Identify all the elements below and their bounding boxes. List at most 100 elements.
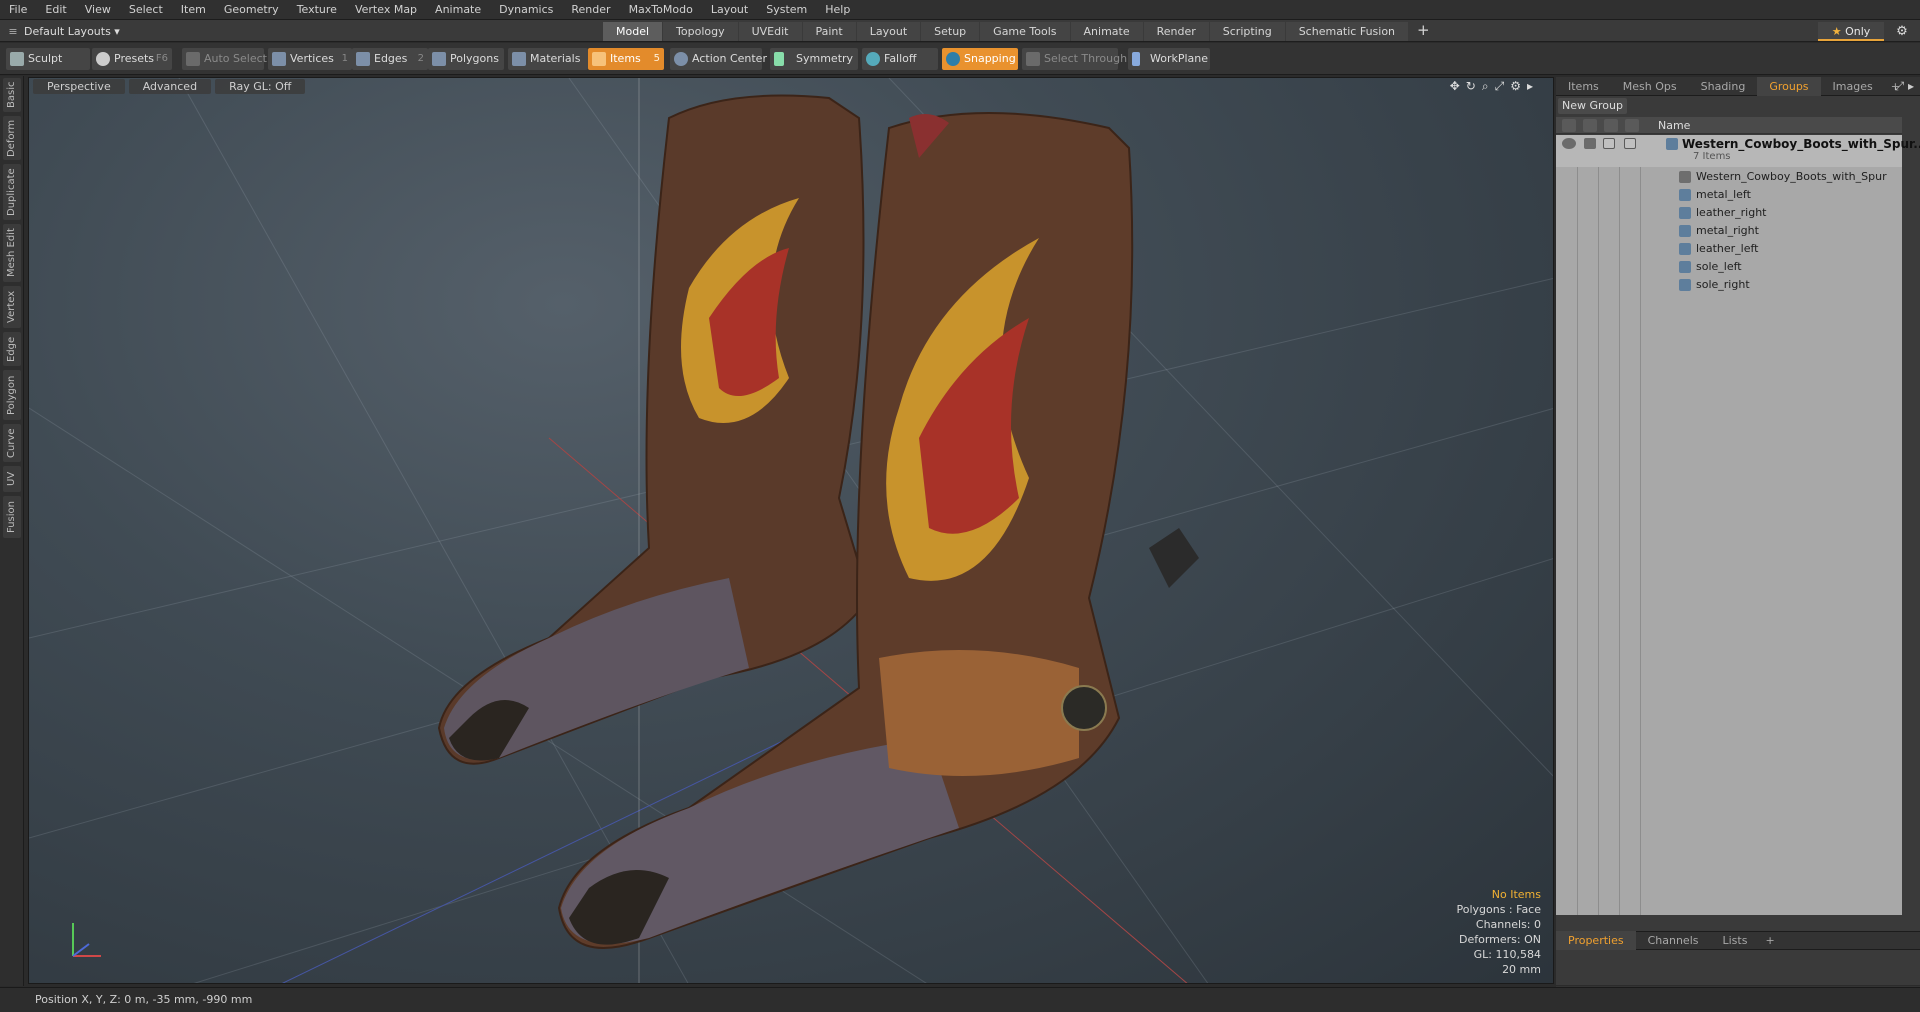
list-item[interactable]: metal_right — [1556, 222, 1902, 240]
eye-icon[interactable] — [1562, 138, 1576, 149]
action-center-button[interactable]: Action Center — [670, 48, 767, 70]
list-item[interactable]: metal_left — [1556, 186, 1902, 204]
viewport-settings-icon[interactable]: ⚙ — [1510, 79, 1521, 94]
vtab-fusion[interactable]: Fusion — [3, 496, 21, 538]
falloff-button[interactable]: Falloff — [862, 48, 938, 70]
tab-animate[interactable]: Animate — [1070, 22, 1143, 41]
menu-view[interactable]: View — [76, 3, 120, 16]
list-item[interactable]: sole_left — [1556, 258, 1902, 276]
viewport-perspective-button[interactable]: Perspective — [33, 79, 125, 94]
tab-render[interactable]: Render — [1143, 22, 1209, 41]
items-button[interactable]: Items 5 — [588, 48, 664, 70]
tab-groups[interactable]: Groups — [1757, 76, 1821, 96]
vtab-mesh-edit[interactable]: Mesh Edit — [3, 224, 21, 282]
name-column-header[interactable]: Name — [1658, 119, 1690, 132]
tab-shading[interactable]: Shading — [1689, 77, 1758, 96]
render-column-icon[interactable] — [1625, 119, 1639, 132]
rotate-icon[interactable]: ↻ — [1466, 79, 1476, 94]
menu-select[interactable]: Select — [120, 3, 172, 16]
lock-icon[interactable] — [1584, 138, 1596, 149]
tab-layout[interactable]: Layout — [856, 22, 921, 41]
only-label: Only — [1845, 25, 1871, 38]
viewport-arrow-icon[interactable]: ▸ — [1527, 79, 1533, 94]
vtab-duplicate[interactable]: Duplicate — [3, 164, 21, 220]
add-properties-tab-icon[interactable]: + — [1759, 931, 1780, 950]
menu-animate[interactable]: Animate — [426, 3, 490, 16]
vtab-edge[interactable]: Edge — [3, 332, 21, 366]
select-toggle[interactable] — [1603, 138, 1615, 149]
collapse-icon[interactable]: ≡ — [2, 25, 24, 38]
list-item[interactable]: sole_right — [1556, 276, 1902, 294]
render-toggle[interactable] — [1624, 138, 1636, 149]
materials-button[interactable]: Materials — [508, 48, 588, 70]
polygons-button[interactable]: Polygons — [428, 48, 504, 70]
menu-texture[interactable]: Texture — [288, 3, 346, 16]
vtab-uv[interactable]: UV — [3, 466, 21, 492]
auto-select-button[interactable]: Auto Select — [182, 48, 267, 70]
menu-vertex-map[interactable]: Vertex Map — [346, 3, 426, 16]
pan-icon[interactable]: ✥ — [1450, 79, 1460, 94]
menu-help[interactable]: Help — [816, 3, 859, 16]
add-tab-icon[interactable]: + — [1409, 22, 1438, 41]
3d-viewport[interactable]: Perspective Advanced Ray GL: Off ✥ ↻ ⌕ ⤢… — [28, 77, 1554, 984]
tab-topology[interactable]: Topology — [663, 22, 738, 41]
workplane-button[interactable]: WorkPlane — [1128, 48, 1210, 70]
fit-icon[interactable]: ⤢ — [1495, 79, 1505, 94]
zoom-icon[interactable]: ⌕ — [1482, 79, 1489, 94]
falloff-icon — [866, 52, 880, 66]
tab-game-tools[interactable]: Game Tools — [980, 22, 1070, 41]
menu-render[interactable]: Render — [562, 3, 619, 16]
tab-items[interactable]: Items — [1556, 77, 1611, 96]
viewport-advanced-button[interactable]: Advanced — [128, 79, 212, 94]
auto-select-icon — [186, 52, 200, 66]
tab-properties[interactable]: Properties — [1556, 931, 1636, 950]
tab-model[interactable]: Model — [603, 22, 663, 41]
tab-lists[interactable]: Lists — [1711, 931, 1760, 950]
symmetry-button[interactable]: Symmetry — [770, 48, 858, 70]
groups-list: Western_Cowboy_Boots_with_Spur... 7 Item… — [1556, 135, 1920, 915]
vtab-polygon[interactable]: Polygon — [3, 370, 21, 420]
select-through-button[interactable]: Select Through — [1022, 48, 1127, 70]
presets-button[interactable]: Presets F6 — [92, 48, 172, 70]
tab-images[interactable]: Images — [1821, 77, 1885, 96]
viewport-header: Perspective Advanced Ray GL: Off — [29, 78, 1553, 95]
tab-schematic-fusion[interactable]: Schematic Fusion — [1285, 22, 1409, 41]
menu-dynamics[interactable]: Dynamics — [490, 3, 562, 16]
list-item[interactable]: leather_left — [1556, 240, 1902, 258]
menu-edit[interactable]: Edit — [36, 3, 75, 16]
tab-mesh-ops[interactable]: Mesh Ops — [1611, 77, 1689, 96]
gear-icon[interactable]: ⚙ — [1892, 22, 1912, 41]
menu-layout[interactable]: Layout — [702, 3, 757, 16]
list-item[interactable]: leather_right — [1556, 204, 1902, 222]
snapping-button[interactable]: Snapping — [942, 48, 1018, 70]
expand-panel-icon[interactable]: ⤢ ▸ — [1895, 79, 1914, 94]
vertices-button[interactable]: Vertices 1 — [268, 48, 352, 70]
menu-item[interactable]: Item — [172, 3, 215, 16]
vtab-vertex[interactable]: Vertex — [3, 286, 21, 328]
layout-selector[interactable]: ≡ Default Layouts ▾ — [2, 22, 119, 40]
visibility-column-icon[interactable] — [1562, 119, 1576, 132]
info-channels: Channels: 0 — [1475, 918, 1541, 931]
tab-setup[interactable]: Setup — [921, 22, 980, 41]
group-row[interactable]: Western_Cowboy_Boots_with_Spur... 7 Item… — [1556, 135, 1920, 167]
list-item[interactable]: Western_Cowboy_Boots_with_Spur — [1556, 168, 1902, 186]
only-toggle[interactable]: ★ Only — [1818, 22, 1884, 41]
viewport-raygl-button[interactable]: Ray GL: Off — [215, 79, 306, 94]
info-polygons: Polygons : Face — [1456, 903, 1541, 916]
tab-uvedit[interactable]: UVEdit — [738, 22, 802, 41]
menu-system[interactable]: System — [757, 3, 816, 16]
vtab-basic[interactable]: Basic — [3, 78, 21, 112]
menu-file[interactable]: File — [0, 3, 36, 16]
tab-scripting[interactable]: Scripting — [1209, 22, 1285, 41]
tab-paint[interactable]: Paint — [802, 22, 856, 41]
sculpt-button[interactable]: Sculpt — [6, 48, 90, 70]
vtab-curve[interactable]: Curve — [3, 424, 21, 462]
select-column-icon[interactable] — [1604, 119, 1618, 132]
menu-geometry[interactable]: Geometry — [215, 3, 288, 16]
menu-maxtomodo[interactable]: MaxToModo — [620, 3, 702, 16]
edges-button[interactable]: Edges 2 — [352, 48, 428, 70]
tab-channels[interactable]: Channels — [1636, 931, 1711, 950]
new-group-button[interactable]: New Group — [1558, 98, 1627, 114]
lock-column-icon[interactable] — [1583, 119, 1597, 132]
vtab-deform[interactable]: Deform — [3, 116, 21, 160]
